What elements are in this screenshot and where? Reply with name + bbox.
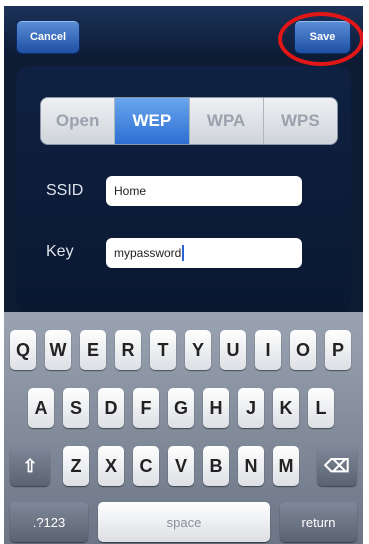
- key-u[interactable]: U: [220, 330, 246, 370]
- tab-wps[interactable]: WPS: [263, 98, 337, 144]
- key-l[interactable]: L: [308, 388, 334, 428]
- shift-key[interactable]: ⇧: [10, 446, 50, 486]
- key-b[interactable]: B: [203, 446, 229, 486]
- tab-wep[interactable]: WEP: [115, 98, 190, 144]
- key-n[interactable]: N: [238, 446, 264, 486]
- key-o[interactable]: O: [290, 330, 316, 370]
- key-z[interactable]: Z: [63, 446, 89, 486]
- key-s[interactable]: S: [63, 388, 89, 428]
- key-v[interactable]: V: [168, 446, 194, 486]
- key-h[interactable]: H: [203, 388, 229, 428]
- key-e[interactable]: E: [80, 330, 106, 370]
- key-d[interactable]: D: [98, 388, 124, 428]
- phone-screen: Cancel Save Open WEP WPA WPS SSID Home K…: [4, 6, 363, 544]
- space-key[interactable]: space: [98, 502, 270, 542]
- key-a[interactable]: A: [28, 388, 54, 428]
- onscreen-keyboard: Q W E R T Y U I O P A S D F G H J K L ⇧ …: [4, 312, 363, 544]
- security-segmented-control: Open WEP WPA WPS: [40, 97, 338, 145]
- key-i[interactable]: I: [255, 330, 281, 370]
- backspace-icon: ⌫: [324, 455, 350, 476]
- key-value: mypassword: [114, 246, 182, 260]
- numbers-key[interactable]: .?123: [10, 502, 88, 542]
- key-label: Key: [46, 243, 74, 260]
- key-k[interactable]: K: [273, 388, 299, 428]
- text-caret: [182, 245, 185, 261]
- key-w[interactable]: W: [45, 330, 71, 370]
- key-x[interactable]: X: [98, 446, 124, 486]
- tab-wpa[interactable]: WPA: [189, 98, 264, 144]
- navigation-bar: Cancel Save: [4, 6, 363, 66]
- ssid-label: SSID: [46, 182, 84, 199]
- key-m[interactable]: M: [273, 446, 299, 486]
- key-q[interactable]: Q: [10, 330, 36, 370]
- save-highlight-circle: [278, 12, 363, 66]
- key-g[interactable]: G: [168, 388, 194, 428]
- key-y[interactable]: Y: [185, 330, 211, 370]
- key-input[interactable]: mypassword: [106, 238, 302, 268]
- cancel-button[interactable]: Cancel: [16, 20, 80, 54]
- key-r[interactable]: R: [115, 330, 141, 370]
- backspace-key[interactable]: ⌫: [317, 446, 357, 486]
- key-t[interactable]: T: [150, 330, 176, 370]
- key-j[interactable]: J: [238, 388, 264, 428]
- tab-open[interactable]: Open: [41, 98, 116, 144]
- return-key[interactable]: return: [280, 502, 357, 542]
- key-p[interactable]: P: [325, 330, 351, 370]
- key-c[interactable]: C: [133, 446, 159, 486]
- key-f[interactable]: F: [133, 388, 159, 428]
- shift-icon: ⇧: [22, 455, 38, 476]
- ssid-value: Home: [114, 184, 147, 198]
- ssid-input[interactable]: Home: [106, 176, 302, 206]
